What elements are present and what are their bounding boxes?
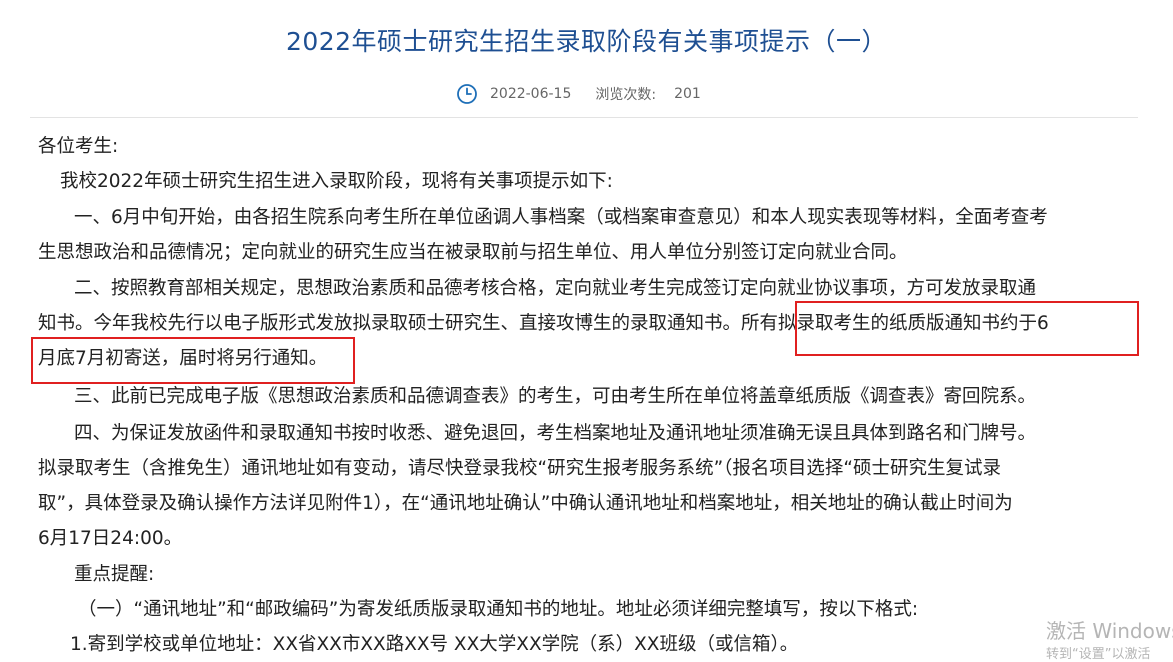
key-points-heading: 重点提醒: [74,564,155,585]
paragraph-1-line-1: 一、6月中旬开始，由各招生院系向考生所在单位函调人事档案（或档案审查意见）和本人… [74,207,1048,228]
views-label: 浏览次数: [595,87,657,103]
highlight-box-2 [31,337,355,384]
paragraph-4-line-4: 6月17日24:00。 [38,528,183,549]
article-title: 2022年硕士研究生招生录取阶段有关事项提示（一） [285,27,888,56]
paragraph-3-line-1: 三、此前已完成电子版《思想政治素质和品德调查表》的考生，可由考生所在单位将盖章纸… [74,386,1037,407]
publish-date: 2022-06-15 [490,86,572,102]
divider [30,117,1138,118]
activation-watermark-sub: 转到“设置”以激活 [1046,647,1151,662]
activation-watermark: 激活 Windows [1046,619,1173,643]
key-point-1-sub-1: 1.寄到学校或单位地址：XX省XX市XX路XX号 XX大学XX学院（系）XX班级… [70,634,799,655]
clock-icon [456,83,478,105]
greeting: 各位考生: [38,136,119,157]
highlight-box-1 [795,301,1139,356]
paragraph-4-line-2: 拟录取考生（含推免生）通讯地址如有变动，请尽快登录我校“研究生报考服务系统”（报… [38,458,1002,479]
views-count: 201 [674,86,701,102]
paragraph-4-line-1: 四、为保证发放函件和录取通知书按时收悉、避免退回，考生档案地址及通讯地址须准确无… [74,423,1037,444]
paragraph-1-line-2: 生思想政治和品德情况；定向就业的研究生应当在被录取前与招生单位、用人单位分别签订… [38,242,908,263]
intro-paragraph: 我校2022年硕士研究生招生进入录取阶段，现将有关事项提示如下: [60,171,613,192]
article-meta: 2022-06-15 浏览次数: 201 [456,83,701,105]
paragraph-4-line-3: 取”，具体登录及确认操作方法详见附件1），在“通讯地址确认”中确认通讯地址和档案… [38,493,1013,514]
key-point-1: （一）“通讯地址”和“邮政编码”为寄发纸质版录取通知书的地址。地址必须详细完整填… [78,599,919,620]
